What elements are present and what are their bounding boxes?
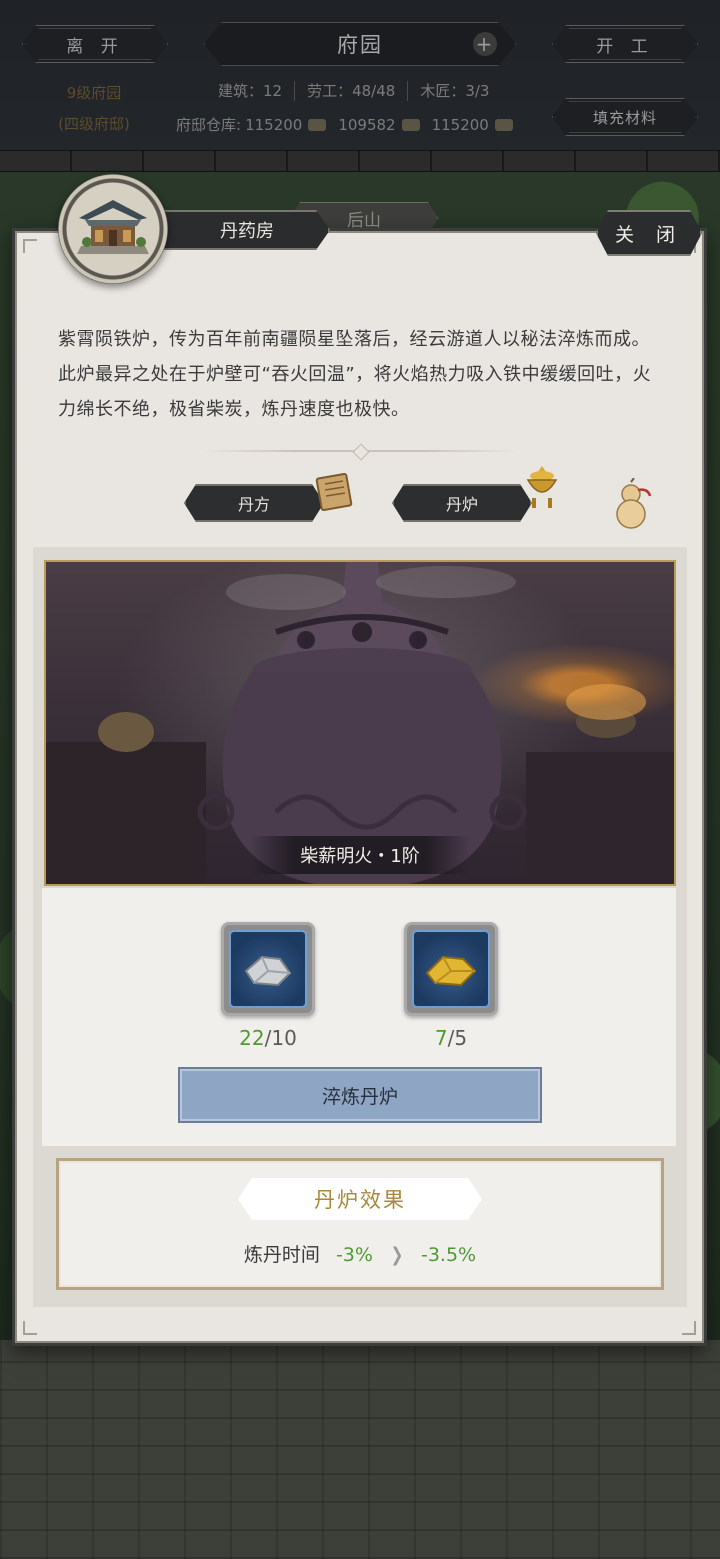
- material-icon: [308, 118, 327, 131]
- effect-label: 炼丹时间: [243, 1244, 320, 1266]
- refine-furnace-button[interactable]: 淬炼丹炉: [178, 1067, 542, 1123]
- recipe-book-icon[interactable]: [313, 470, 355, 512]
- gourd-icon[interactable]: [608, 478, 654, 530]
- need-count: /10: [264, 1026, 297, 1050]
- furnace-effect-box: [56, 1158, 664, 1290]
- storage-label: 府邸仓库:: [176, 116, 242, 134]
- have-count: 7: [434, 1026, 448, 1050]
- material-icon: [401, 118, 420, 131]
- furnace-tier-caption: 柴薪明火・1阶: [250, 836, 470, 874]
- hud-bottom-strip: [0, 150, 720, 172]
- storage-item1-count: 115200: [245, 115, 303, 134]
- start-work-button[interactable]: 开 工: [552, 25, 698, 63]
- gold-ore-icon: [425, 955, 477, 987]
- close-button[interactable]: 关 闭: [596, 210, 702, 256]
- storage-row: 府邸仓库: 115200 109582 115200: [176, 114, 525, 135]
- tab-recipe[interactable]: 丹方: [184, 484, 324, 522]
- plus-icon[interactable]: +: [473, 32, 497, 56]
- leave-button[interactable]: 离 开: [22, 25, 168, 63]
- stats-row: 建筑：12 劳工：48/48 木匠：3/3: [206, 80, 501, 101]
- furnace-description: 紫霄陨铁炉，传为百年前南疆陨星坠落后，经云游道人以秘法淬炼而成。此炉最异之处在于…: [58, 329, 652, 420]
- silver-ore-icon: [244, 955, 292, 987]
- have-count: 22: [239, 1026, 265, 1050]
- storage-item2-count: 109582: [338, 115, 396, 134]
- fill-materials-button[interactable]: 填充材料: [552, 98, 698, 136]
- tab-furnace[interactable]: 丹炉: [392, 484, 532, 522]
- garden-level: 9级府园: [66, 84, 122, 102]
- panel-corner-ornament: [23, 239, 37, 253]
- material-count-gold: 7/5: [401, 1026, 501, 1050]
- building-name: 丹药房: [220, 221, 274, 242]
- garden-title: 府园: [337, 33, 383, 57]
- panel-corner-ornament: [682, 1321, 696, 1335]
- effect-next-value: -3.5%: [420, 1244, 477, 1266]
- furnace-effect-title: 丹炉效果: [238, 1178, 482, 1220]
- building-avatar: [58, 174, 168, 284]
- material-slot-silver[interactable]: [221, 922, 315, 1016]
- building-name-plate: 丹药房: [150, 210, 330, 250]
- ornament-divider: [200, 450, 520, 452]
- pavilion-icon: [77, 200, 149, 254]
- effect-current-value: -3%: [335, 1244, 373, 1266]
- garden-title-plate: 府园 +: [204, 22, 516, 66]
- panel-corner-ornament: [23, 1321, 37, 1335]
- top-hud: 离 开 府园 + 开 工 9级府园 (四级府邸) 建筑：12 劳工：48/48 …: [0, 0, 720, 150]
- material-slot-gold[interactable]: [404, 922, 498, 1016]
- buildings-stat: 建筑：12: [218, 82, 283, 100]
- effect-row-refine-time: 炼丹时间 -3% ❯ -3.5%: [0, 1240, 720, 1267]
- carpenter-stat: 木匠：3/3: [420, 82, 490, 100]
- garden-rank: (四级府邸): [58, 115, 130, 133]
- material-count-silver: 22/10: [218, 1026, 318, 1050]
- labor-stat: 劳工：48/48: [307, 82, 396, 100]
- stone-path-background: [0, 1340, 720, 1559]
- arrow-right-icon: ❯: [390, 1244, 404, 1266]
- storage-item3-count: 115200: [431, 115, 489, 134]
- need-count: /5: [447, 1026, 468, 1050]
- furnace-icon[interactable]: [522, 464, 562, 512]
- material-icon: [494, 118, 513, 131]
